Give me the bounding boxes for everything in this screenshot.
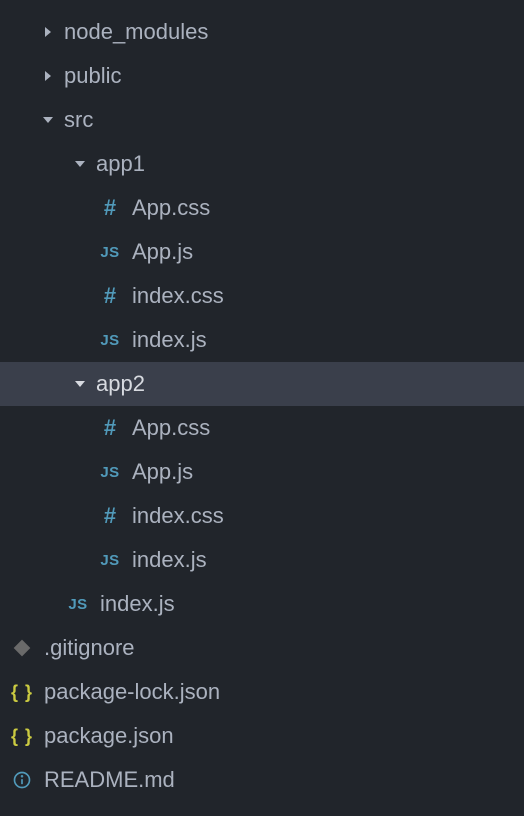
file-item[interactable]: JS App.js	[0, 450, 524, 494]
tree-item-label: App.js	[132, 459, 524, 485]
tree-item-label: index.js	[132, 327, 524, 353]
tree-item-label: public	[64, 63, 524, 89]
info-icon	[8, 770, 36, 790]
tree-item-label: package.json	[44, 723, 524, 749]
tree-item-label: app1	[96, 151, 524, 177]
folder-item[interactable]: node_modules	[0, 10, 524, 54]
braces-icon: { }	[8, 682, 36, 703]
file-item[interactable]: { } package-lock.json	[0, 670, 524, 714]
file-item[interactable]: JS App.js	[0, 230, 524, 274]
chevron-right-icon[interactable]	[36, 64, 60, 88]
file-item[interactable]: # index.css	[0, 274, 524, 318]
folder-item[interactable]: src	[0, 98, 524, 142]
folder-item[interactable]: app1	[0, 142, 524, 186]
file-item[interactable]: JS index.js	[0, 318, 524, 362]
file-item[interactable]: .gitignore	[0, 626, 524, 670]
folder-item[interactable]: app2	[0, 362, 524, 406]
tree-item-label: README.md	[44, 767, 524, 793]
js-icon: JS	[64, 596, 92, 613]
braces-icon: { }	[8, 726, 36, 747]
file-tree: node_modules public src app1 # App.css JS Ap…	[0, 10, 524, 802]
file-item[interactable]: JS index.js	[0, 582, 524, 626]
git-icon	[8, 638, 36, 658]
hash-icon: #	[96, 283, 124, 309]
tree-item-label: app2	[96, 371, 524, 397]
folder-item[interactable]: public	[0, 54, 524, 98]
tree-item-label: index.js	[100, 591, 524, 617]
hash-icon: #	[96, 195, 124, 221]
tree-item-label: node_modules	[64, 19, 524, 45]
file-item[interactable]: { } package.json	[0, 714, 524, 758]
file-item[interactable]: README.md	[0, 758, 524, 802]
file-item[interactable]: # App.css	[0, 406, 524, 450]
file-item[interactable]: # App.css	[0, 186, 524, 230]
tree-item-label: index.js	[132, 547, 524, 573]
file-item[interactable]: # index.css	[0, 494, 524, 538]
tree-item-label: index.css	[132, 503, 524, 529]
tree-item-label: src	[64, 107, 524, 133]
chevron-down-icon[interactable]	[68, 152, 92, 176]
tree-item-label: App.js	[132, 239, 524, 265]
tree-item-label: App.css	[132, 195, 524, 221]
js-icon: JS	[96, 244, 124, 261]
chevron-right-icon[interactable]	[36, 20, 60, 44]
tree-item-label: .gitignore	[44, 635, 524, 661]
hash-icon: #	[96, 415, 124, 441]
js-icon: JS	[96, 552, 124, 569]
tree-item-label: App.css	[132, 415, 524, 441]
tree-item-label: index.css	[132, 283, 524, 309]
js-icon: JS	[96, 332, 124, 349]
js-icon: JS	[96, 464, 124, 481]
hash-icon: #	[96, 503, 124, 529]
chevron-down-icon[interactable]	[36, 108, 60, 132]
chevron-down-icon[interactable]	[68, 372, 92, 396]
tree-item-label: package-lock.json	[44, 679, 524, 705]
file-item[interactable]: JS index.js	[0, 538, 524, 582]
